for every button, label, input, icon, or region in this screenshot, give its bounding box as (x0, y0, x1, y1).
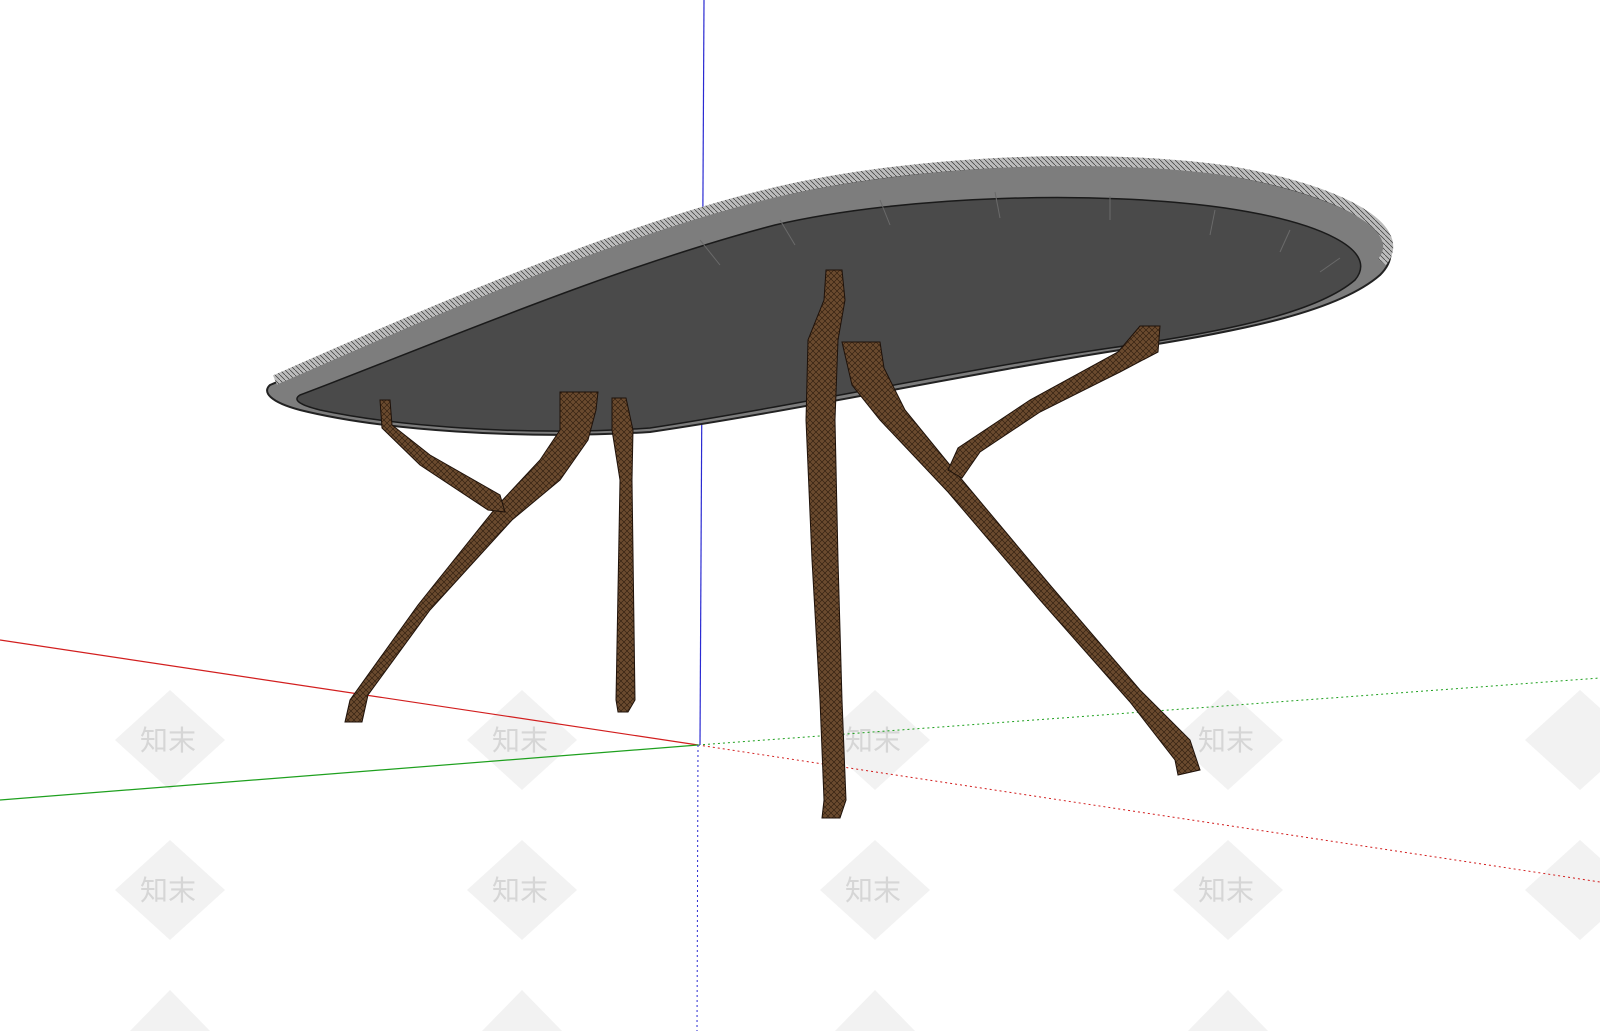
watermark-tile: 知末 (115, 840, 225, 940)
watermark-text: 知末 (140, 874, 196, 907)
blue-axis-dotted (696, 744, 699, 1031)
watermark-tile: 知末 (820, 840, 930, 940)
watermark-text: 知末 (1198, 724, 1254, 757)
table-leg-back-left[interactable] (611, 397, 636, 713)
green-axis-solid (0, 744, 699, 801)
watermark-text: 知末 (845, 724, 901, 757)
watermark-tile (1525, 840, 1600, 940)
watermark-tile (1188, 990, 1268, 1031)
watermark-layer: 知末 知末 知末 知末 知末 知末 知末 知末 (115, 690, 1600, 1031)
watermark-tile (482, 990, 562, 1031)
watermark-text: 知末 (845, 874, 901, 907)
watermark-tile (130, 990, 210, 1031)
modeling-viewport[interactable]: 知末 知末 知末 知末 知末 知末 知末 知末 (0, 0, 1600, 1031)
red-axis-solid (0, 639, 699, 746)
watermark-tile: 知末 (467, 690, 577, 790)
3d-scene[interactable]: 知末 知末 知末 知末 知末 知末 知末 知末 (0, 0, 1600, 1031)
watermark-text: 知末 (140, 724, 196, 757)
watermark-text: 知末 (492, 874, 548, 907)
watermark-tile: 知末 (115, 690, 225, 790)
watermark-tile: 知末 (1173, 840, 1283, 940)
watermark-text: 知末 (1198, 874, 1254, 907)
table-leg-front-left[interactable] (344, 391, 599, 723)
axes (0, 0, 1600, 1031)
watermark-tile (1525, 690, 1600, 790)
watermark-text: 知末 (492, 724, 548, 757)
watermark-tile (835, 990, 915, 1031)
watermark-tile: 知末 (467, 840, 577, 940)
